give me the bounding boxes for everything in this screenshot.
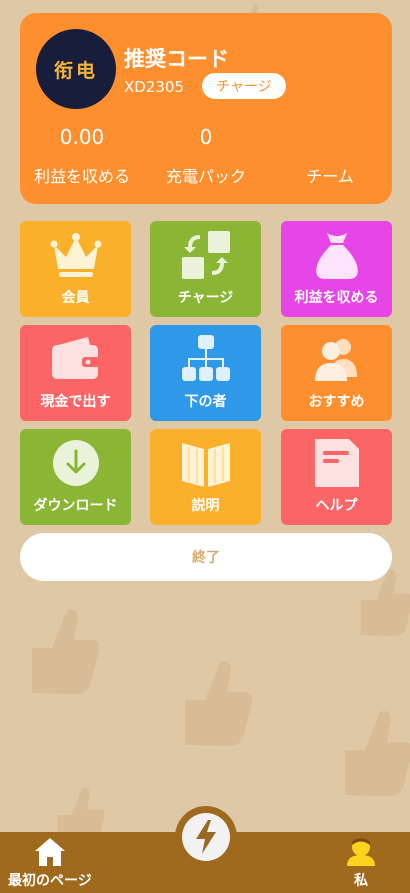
nav-home[interactable]: 最初のページ (8, 836, 92, 890)
tile-recommend[interactable]: おすすめ (281, 325, 392, 421)
tile-member[interactable]: 会員 (20, 221, 131, 317)
tile-collect-profit[interactable]: 利益を収める (281, 221, 392, 317)
thumbs-up-icon (185, 661, 253, 746)
user-icon (347, 838, 375, 866)
home-icon (34, 838, 65, 866)
profile-card: 衔电 推奨コード XD2305 チャージ 0.00 利益を収める 0 充電パック… (20, 13, 392, 204)
stat-profit-value: 0.00 (59, 125, 105, 149)
exchange-icon (180, 227, 232, 283)
tile-recommend-label: おすすめ (308, 394, 365, 410)
tile-charge[interactable]: チャージ (150, 221, 261, 317)
document-icon (311, 435, 363, 491)
tile-help[interactable]: ヘルプ (281, 429, 392, 525)
tile-member-label: 会員 (61, 290, 90, 306)
stat-profit-label: 利益を収める (33, 167, 130, 186)
referral-code-title: 推奨コード (124, 47, 229, 71)
tile-collect-profit-label: 利益を収める (294, 290, 379, 306)
tile-subordinates[interactable]: 下の者 (150, 325, 261, 421)
stat-team[interactable]: チーム (270, 125, 390, 187)
tile-help-label: ヘルプ (315, 498, 358, 514)
referral-code-value: XD2305 (124, 78, 184, 96)
thumbs-up-icon (32, 609, 100, 694)
tile-instructions-label: 説明 (191, 498, 220, 514)
tile-withdraw-label: 現金で出す (40, 394, 111, 410)
money-bag-icon (311, 227, 363, 283)
avatar: 衔电 (36, 29, 116, 109)
tile-instructions[interactable]: 説明 (150, 429, 261, 525)
center-charge-button[interactable] (175, 806, 237, 868)
stat-charging-pack-label: 充電パック (165, 167, 246, 186)
users-icon (311, 331, 363, 387)
nav-me-label: 私 (354, 873, 368, 889)
charge-button[interactable]: チャージ (202, 73, 286, 99)
tile-download[interactable]: ダウンロード (20, 429, 131, 525)
avatar-logo-text: 衔电 (53, 59, 98, 82)
stat-charging-pack[interactable]: 0 充電パック (146, 125, 266, 187)
stat-team-value (270, 125, 390, 153)
book-icon (180, 435, 232, 491)
nav-me[interactable]: 私 (344, 836, 378, 890)
wallet-icon (50, 331, 102, 387)
exit-button[interactable]: 終了 (20, 533, 392, 581)
nav-home-label: 最初のページ (8, 873, 92, 889)
stat-profit[interactable]: 0.00 利益を収める (22, 125, 142, 187)
stat-team-label: チーム (306, 167, 354, 186)
tile-charge-label: チャージ (177, 290, 234, 306)
crown-icon (50, 227, 102, 283)
thumbs-up-icon (345, 711, 410, 796)
tile-subordinates-label: 下の者 (184, 394, 227, 410)
tile-download-label: ダウンロード (33, 498, 118, 514)
hierarchy-icon (180, 331, 232, 387)
download-icon (50, 435, 102, 491)
lightning-icon (196, 820, 216, 854)
tile-withdraw[interactable]: 現金で出す (20, 325, 131, 421)
stat-charging-pack-value: 0 (199, 125, 213, 149)
